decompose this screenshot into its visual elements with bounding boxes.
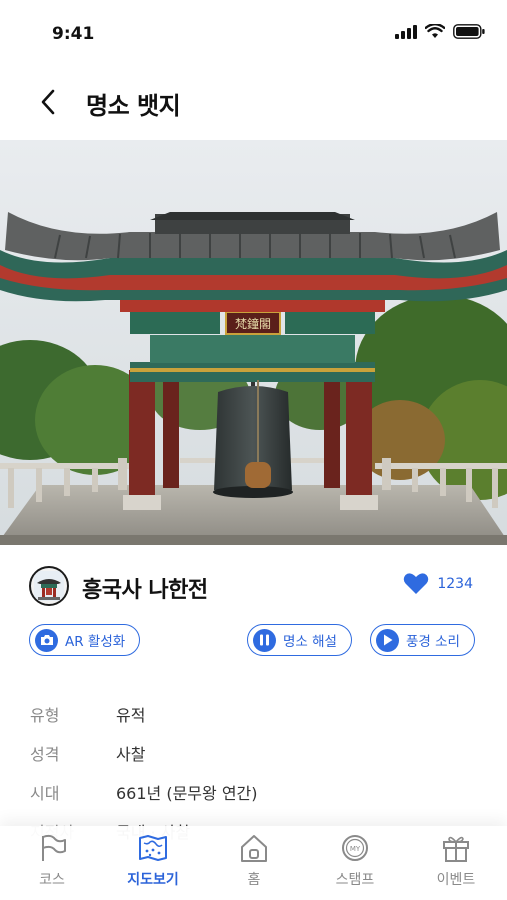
svg-text:MY: MY (350, 845, 361, 853)
info-key: 성격 (30, 745, 60, 764)
tab-label: 지도보기 (127, 872, 179, 888)
info-row-type: 유형 유적 (0, 702, 507, 730)
gift-icon (443, 836, 469, 862)
tab-stamp[interactable]: MY 스탬프 (310, 826, 400, 900)
place-commentary-label: 명소 해설 (283, 634, 337, 650)
tab-label: 이벤트 (436, 872, 476, 888)
ar-activate-label: AR 활성화 (65, 634, 126, 650)
scenery-sound-label: 풍경 소리 (406, 634, 460, 650)
bottom-tab-bar: 코스 지도보기 홈 MY 스탬프 이벤트 (0, 826, 507, 900)
wifi-icon (425, 24, 445, 38)
tab-label: 코스 (39, 872, 65, 888)
info-row-character: 성격 사찰 (0, 741, 507, 769)
hero-image: 梵鐘閣 (0, 140, 507, 545)
status-icons (395, 24, 485, 39)
like-count: 1234 (437, 575, 473, 592)
signal-icon (395, 24, 417, 39)
status-bar: 9:41 (0, 0, 507, 64)
stamp-icon: MY (342, 835, 368, 861)
place-commentary-button[interactable]: 명소 해설 (247, 624, 352, 656)
map-icon (139, 835, 167, 861)
ar-activate-button[interactable]: AR 활성화 (29, 624, 141, 656)
info-key: 유형 (30, 706, 60, 725)
chevron-left-icon (41, 89, 55, 115)
action-buttons: AR 활성화 명소 해설 풍경 소리 (0, 624, 507, 660)
like-button[interactable]: 1234 (403, 572, 473, 595)
tab-map[interactable]: 지도보기 (108, 826, 198, 900)
battery-icon (453, 24, 485, 39)
bell-pavilion-photo: 梵鐘閣 (0, 140, 507, 545)
info-value: 사찰 (116, 745, 146, 764)
info-key: 시대 (30, 784, 60, 803)
home-icon (241, 835, 267, 862)
place-name: 흥국사 나한전 (82, 578, 208, 603)
heart-icon (404, 573, 429, 594)
page-title: 명소 뱃지 (86, 92, 181, 120)
info-value: 유적 (116, 706, 146, 725)
header: 명소 뱃지 (0, 64, 507, 140)
scenery-sound-button[interactable]: 풍경 소리 (370, 624, 475, 656)
tab-home[interactable]: 홈 (209, 826, 299, 900)
tab-label: 홈 (247, 872, 261, 888)
tab-label: 스탬프 (335, 872, 375, 888)
place-header: 흥국사 나한전 1234 (0, 558, 507, 614)
place-badge-logo (29, 566, 69, 606)
pause-icon (260, 634, 269, 646)
info-row-era: 시대 661년 (문무왕 연간) (0, 780, 507, 808)
tab-event[interactable]: 이벤트 (411, 826, 501, 900)
temple-icon (34, 571, 64, 601)
flag-icon (42, 834, 66, 861)
tab-course[interactable]: 코스 (7, 826, 97, 900)
pavilion-plaque: 梵鐘閣 (235, 316, 271, 331)
back-button[interactable] (30, 84, 66, 120)
status-time: 9:41 (52, 24, 95, 44)
play-icon (384, 634, 393, 646)
camera-icon (40, 635, 53, 645)
info-value: 661년 (문무왕 연간) (116, 784, 258, 803)
